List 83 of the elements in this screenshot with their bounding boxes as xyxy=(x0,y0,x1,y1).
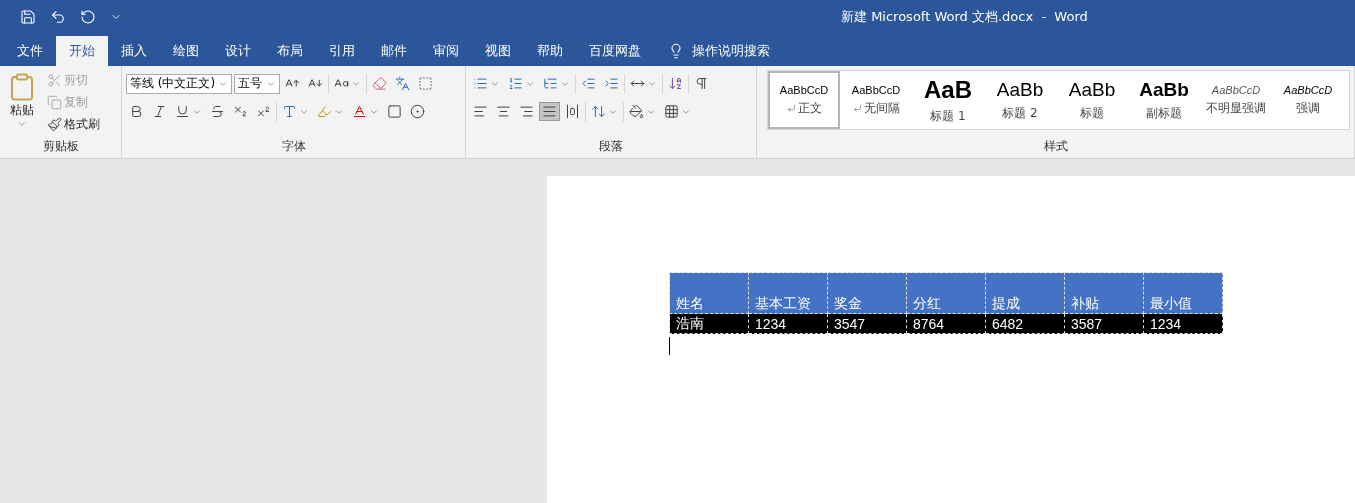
table-cell: 6482 xyxy=(985,313,1065,334)
subscript-icon xyxy=(233,104,248,119)
superscript-icon xyxy=(256,104,271,119)
decrease-indent-icon xyxy=(581,76,596,91)
bullets-icon xyxy=(473,76,488,91)
header-cell: 最小值 xyxy=(1143,272,1223,314)
header-cell: 奖金 xyxy=(827,272,907,314)
paragraph-mark-icon xyxy=(852,103,862,113)
group-label: 剪贴板 xyxy=(41,138,80,155)
line-spacing-icon xyxy=(591,104,606,119)
ribbon-tab[interactable]: 邮件 xyxy=(368,36,420,66)
table-cell: 1234 xyxy=(748,313,828,334)
table-cell: 浩南 xyxy=(669,313,749,334)
font-size-field[interactable]: 五号 xyxy=(234,73,280,94)
numbering-icon xyxy=(508,76,523,91)
ribbon-tab[interactable]: 帮助 xyxy=(524,36,576,66)
ribbon-tab[interactable]: 插入 xyxy=(108,36,160,66)
table-cell: 3587 xyxy=(1064,313,1144,334)
style-item[interactable]: AaBb 标题 xyxy=(1056,71,1128,129)
shading-icon xyxy=(629,104,644,119)
shading-icon xyxy=(387,104,402,119)
increase-indent-icon xyxy=(604,76,619,91)
font-name-field[interactable]: 等线 (中文正文) xyxy=(126,73,232,94)
group-label: 字体 xyxy=(280,138,307,155)
style-item[interactable]: AaBbCcD 正文 xyxy=(768,71,840,129)
ribbon-tab[interactable]: 设计 xyxy=(212,36,264,66)
format-painter-button[interactable]: 格式刷 xyxy=(44,114,103,135)
italic-icon xyxy=(152,104,167,119)
style-item[interactable]: AaB 标题 1 xyxy=(912,71,984,129)
ribbon-tab[interactable]: 引用 xyxy=(316,36,368,66)
cut-icon xyxy=(47,73,62,88)
ribbon-tab[interactable]: 开始 xyxy=(56,36,108,66)
ribbon-tab[interactable]: 审阅 xyxy=(420,36,472,66)
text-cursor xyxy=(669,337,670,355)
distribute-icon xyxy=(565,104,580,119)
align-right-icon xyxy=(519,104,534,119)
highlight-icon xyxy=(317,104,332,119)
show-marks-icon xyxy=(694,76,709,91)
lightbulb-icon xyxy=(668,43,684,59)
table-cell: 8764 xyxy=(906,313,986,334)
redo-icon xyxy=(80,9,96,25)
sort-icon xyxy=(668,76,683,91)
align-center-icon xyxy=(496,104,511,119)
underline-icon xyxy=(175,104,190,119)
copy-icon xyxy=(47,95,62,110)
style-item[interactable]: AaBbCcD 不明显强调 xyxy=(1200,71,1272,129)
group-label: 段落 xyxy=(598,138,624,155)
align-left-icon xyxy=(473,104,488,119)
undo-icon xyxy=(50,9,66,25)
paste-button[interactable]: 粘贴 xyxy=(4,70,40,138)
paragraph-mark-icon xyxy=(786,103,796,113)
tell-me-search[interactable]: 操作说明搜索 xyxy=(668,36,770,66)
ribbon-tab[interactable]: 百度网盘 xyxy=(576,36,654,66)
border-icon xyxy=(418,76,433,91)
style-item[interactable]: AaBb 标题 2 xyxy=(984,71,1056,129)
header-cell: 提成 xyxy=(985,272,1065,314)
header-cell: 分红 xyxy=(906,272,986,314)
style-item[interactable]: AaBbCcD 强调 xyxy=(1272,71,1344,129)
table-cell: 1234 xyxy=(1143,313,1223,334)
style-item[interactable]: AaBbCcD 无间隔 xyxy=(840,71,912,129)
phonetic-icon xyxy=(395,76,410,91)
save-icon xyxy=(20,9,36,25)
justify-icon xyxy=(542,104,557,119)
ribbon-tab[interactable]: 视图 xyxy=(472,36,524,66)
text-effect-icon xyxy=(282,104,297,119)
group-label: 样式 xyxy=(1042,138,1069,155)
ribbon-tab[interactable]: 文件 xyxy=(4,36,56,66)
strikethrough-icon xyxy=(210,104,225,119)
font-color-icon xyxy=(352,104,367,119)
ribbon-tab[interactable]: 绘图 xyxy=(160,36,212,66)
header-cell: 基本工资 xyxy=(748,272,828,314)
header-cell: 补贴 xyxy=(1064,272,1144,314)
format-painter-icon xyxy=(47,117,62,132)
style-item[interactable]: AaBb 副标题 xyxy=(1128,71,1200,129)
clear-format-icon xyxy=(372,76,387,91)
justify-button[interactable] xyxy=(539,102,560,121)
caret-icon xyxy=(17,119,27,129)
borders-icon xyxy=(664,104,679,119)
ribbon-tab[interactable]: 布局 xyxy=(264,36,316,66)
bold-icon xyxy=(129,104,144,119)
header-cell: 姓名 xyxy=(669,272,749,314)
window-title: 新建 Microsoft Word 文档.docx - Word xyxy=(841,8,1088,26)
multilevel-list-icon xyxy=(543,76,558,91)
